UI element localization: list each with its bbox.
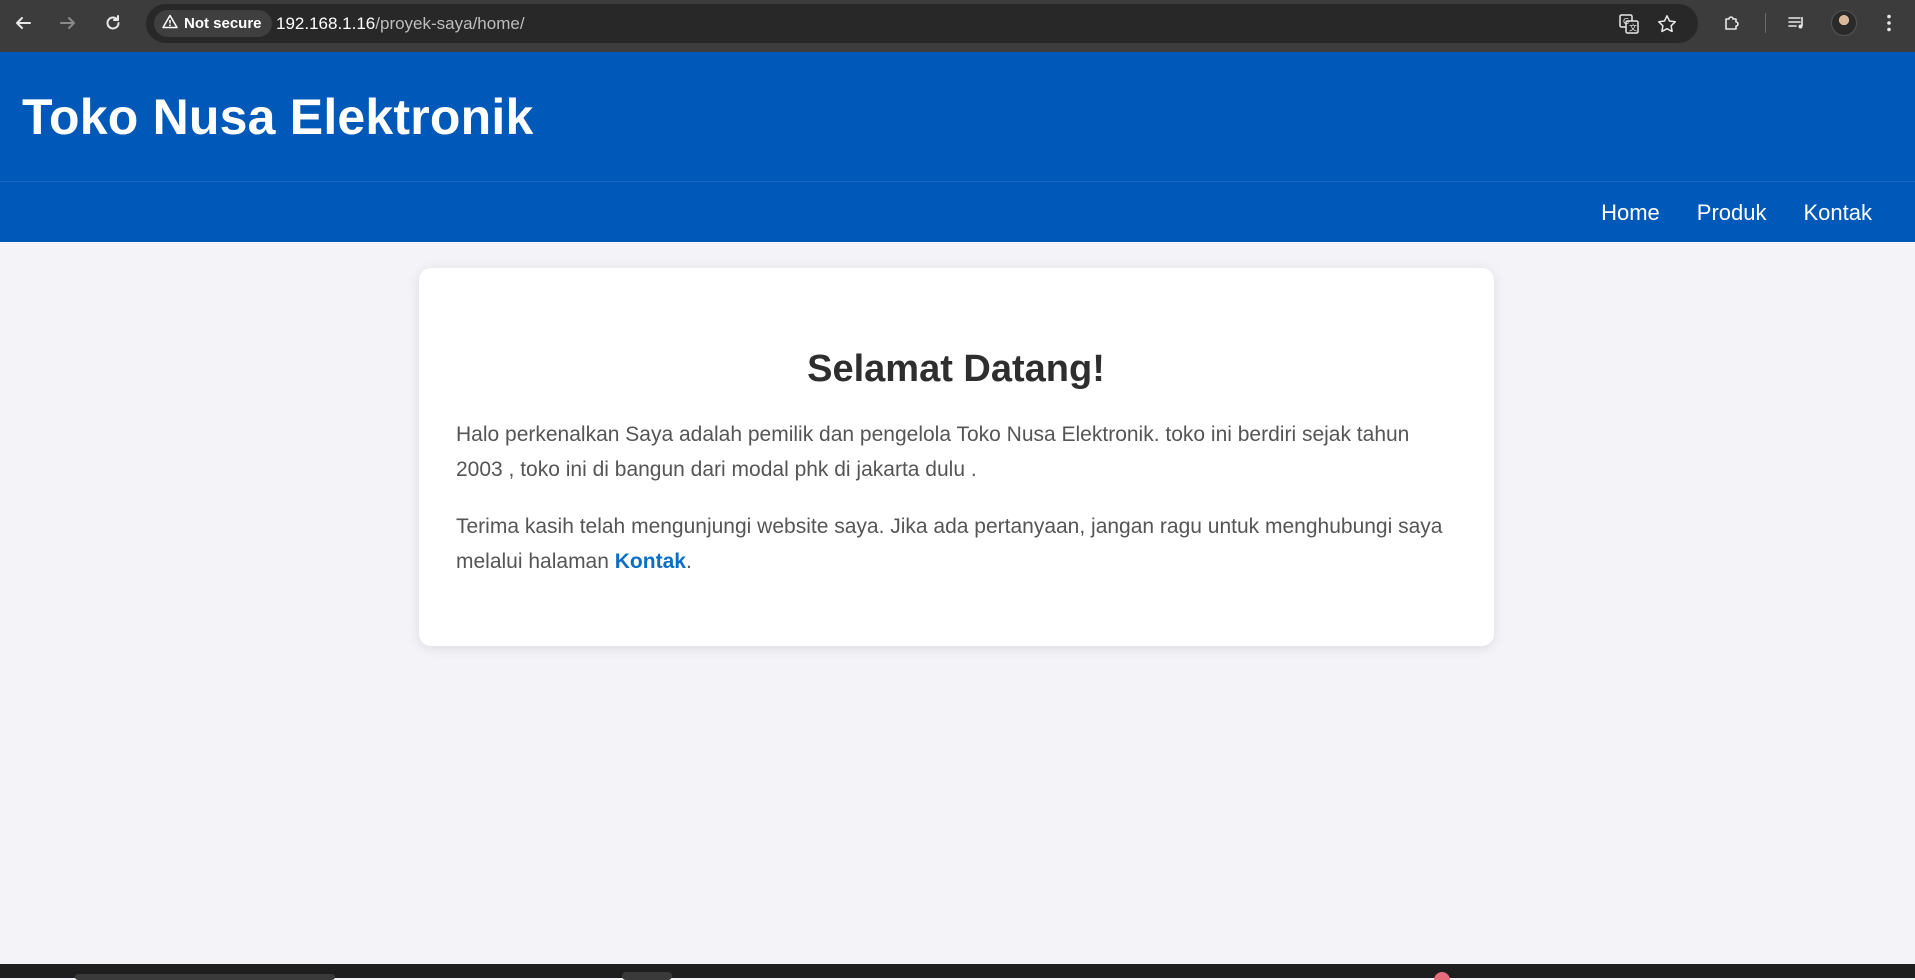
thanks-text: Terima kasih telah mengunjungi website s…: [456, 515, 1443, 573]
svg-text:文: 文: [1629, 23, 1637, 33]
nav-link-home[interactable]: Home: [1601, 200, 1660, 226]
security-indicator[interactable]: Not secure: [154, 10, 272, 37]
contact-link[interactable]: Kontak: [615, 550, 686, 573]
star-icon[interactable]: [1656, 13, 1678, 35]
main-nav: Home Produk Kontak: [1601, 200, 1872, 226]
warning-triangle-icon: [162, 14, 178, 33]
taskbar-search[interactable]: [75, 974, 335, 980]
nav-link-kontak[interactable]: Kontak: [1804, 200, 1873, 226]
translate-icon[interactable]: G文: [1618, 13, 1640, 35]
security-label: Not secure: [184, 15, 262, 32]
back-arrow-icon[interactable]: [10, 10, 36, 36]
taskbar-app-icon[interactable]: [1434, 972, 1450, 980]
site-title: Toko Nusa Elektronik: [22, 89, 534, 145]
toolbar-separator: [1765, 13, 1766, 33]
kebab-menu-icon[interactable]: [1877, 11, 1901, 35]
reload-icon[interactable]: [100, 10, 126, 36]
media-queue-icon[interactable]: [1785, 11, 1809, 35]
thanks-suffix: .: [685, 550, 692, 573]
taskbar-app[interactable]: [622, 972, 672, 980]
header-divider: [0, 181, 1915, 182]
url-path: /proyek-saya/home/: [375, 14, 525, 33]
avatar[interactable]: [1831, 10, 1857, 36]
welcome-card: Selamat Datang! Halo perkenalkan Saya ad…: [419, 268, 1494, 646]
url-text[interactable]: 192.168.1.16/proyek-saya/home/: [276, 4, 525, 43]
puzzle-icon[interactable]: [1720, 11, 1744, 35]
site-header: Toko Nusa Elektronik Home Produk Kontak: [0, 52, 1915, 242]
forward-arrow-icon[interactable]: [55, 10, 81, 36]
welcome-heading: Selamat Datang!: [807, 348, 1105, 390]
url-host: 192.168.1.16: [276, 14, 376, 33]
address-bar[interactable]: Not secure 192.168.1.16/proyek-saya/home…: [146, 4, 1698, 43]
browser-toolbar: Not secure 192.168.1.16/proyek-saya/home…: [0, 0, 1915, 52]
thanks-paragraph: Terima kasih telah mengunjungi website s…: [456, 509, 1456, 579]
taskbar: [0, 964, 1915, 980]
nav-link-produk[interactable]: Produk: [1697, 200, 1767, 226]
intro-paragraph: Halo perkenalkan Saya adalah pemilik dan…: [456, 423, 1410, 481]
